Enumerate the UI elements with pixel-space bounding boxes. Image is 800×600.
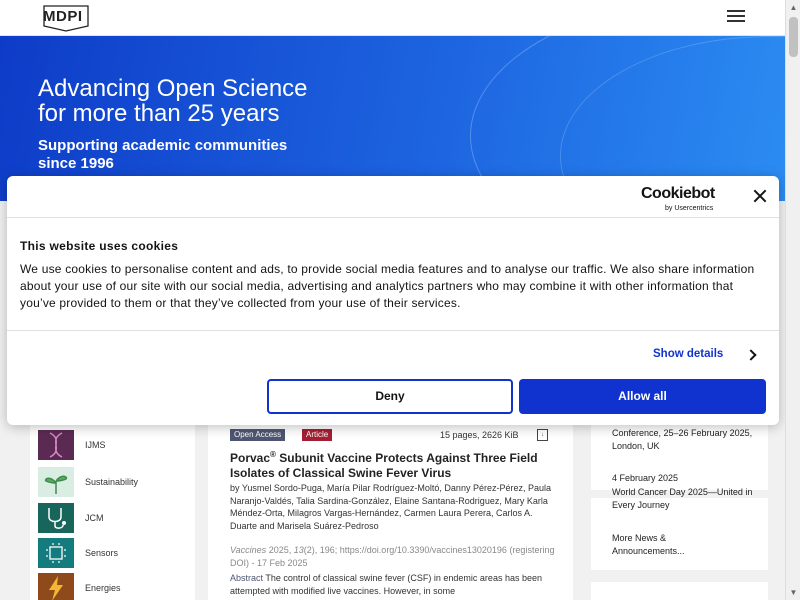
divider <box>7 217 779 218</box>
article-abstract: Abstract The control of classical swine … <box>230 572 565 597</box>
divider <box>7 330 779 331</box>
news-more-panel: More News & Announcements... <box>591 528 768 570</box>
stethoscope-icon <box>38 503 74 533</box>
abstract-label: Abstract <box>230 573 264 583</box>
journal-item[interactable]: IJMS <box>38 430 188 460</box>
citation-journal: Vaccines <box>230 545 267 555</box>
top-navigation-bar: MDPI <box>0 0 785 36</box>
hamburger-menu-icon[interactable] <box>727 10 745 24</box>
journal-name: Sensors <box>85 548 119 558</box>
cookiebot-brand: Cookiebot <box>641 185 715 202</box>
news-item[interactable]: World Cancer Day 2025—United in Every Jo… <box>612 486 757 511</box>
journal-item[interactable]: Energies <box>38 573 188 600</box>
open-access-badge: Open Access <box>230 429 286 441</box>
journal-item[interactable]: Sustainability <box>38 467 188 497</box>
hero-subtitle-line: since 1996 <box>38 155 114 172</box>
dna-icon <box>38 430 74 460</box>
citation-volume: 13 <box>293 545 304 555</box>
cookie-body-text: We use cookies to personalise content an… <box>20 262 755 310</box>
pdf-download-icon[interactable]: ↓ <box>537 429 548 441</box>
lightning-icon <box>38 573 74 600</box>
cookie-heading: This website uses cookies <box>20 239 179 253</box>
citation-doi[interactable]: (2), 196; https://doi.org/10.3390/vaccin… <box>304 545 507 555</box>
article-type-badge: Article <box>302 429 333 441</box>
chip-icon <box>38 538 74 568</box>
deny-button[interactable]: Deny <box>267 379 513 414</box>
scrollbar-thumb[interactable] <box>789 17 798 57</box>
scroll-down-arrow-icon[interactable]: ▼ <box>786 585 800 600</box>
article-title-text: Subunit Vaccine Protects Against Three F… <box>230 451 538 480</box>
journal-name: IJMS <box>85 440 106 450</box>
hero-subtitle-line: Supporting academic communities <box>38 137 288 154</box>
journal-name: Energies <box>85 583 121 593</box>
journal-list: IJMS Sustainability JCM Sensors Energies <box>30 400 195 600</box>
sprout-icon <box>38 467 74 497</box>
hero-title: Advancing Open Science for more than 25 … <box>38 76 308 126</box>
citation-year: 2025 <box>268 545 289 555</box>
hero-title-line: Advancing Open Science <box>38 75 308 102</box>
scroll-up-arrow-icon[interactable]: ▲ <box>786 0 800 15</box>
cookie-consent-dialog: Cookiebot by Usercentrics This website u… <box>7 176 779 425</box>
article-pages-size: 15 pages, 2626 KiB <box>440 430 519 440</box>
article-title[interactable]: Porvac® Subunit Vaccine Protects Against… <box>230 447 560 481</box>
journal-item[interactable]: JCM <box>38 503 188 533</box>
article-card: Open Access Article 15 pages, 2626 KiB ↓… <box>208 400 573 600</box>
allow-all-button[interactable]: Allow all <box>519 379 766 414</box>
vertical-scrollbar[interactable]: ▲ ▼ <box>785 0 800 600</box>
hero-subtitle: Supporting academic communities since 19… <box>38 137 287 173</box>
article-authors: by Yusmel Sordo-Puga, María Pilar Rodríg… <box>230 483 551 531</box>
news-item[interactable]: Conference, 25–26 February 2025, London,… <box>612 427 757 452</box>
mdpi-logo[interactable]: MDPI <box>38 2 94 32</box>
chevron-right-icon[interactable] <box>747 349 755 360</box>
article-title-text: Porvac <box>230 451 271 465</box>
journal-name: JCM <box>85 513 104 523</box>
news-panel-footer <box>591 582 768 600</box>
journal-item[interactable]: Sensors <box>38 538 188 568</box>
hero-title-line: for more than 25 years <box>38 100 280 127</box>
show-details-link[interactable]: Show details <box>653 348 723 360</box>
logo-text: MDPI <box>43 8 83 25</box>
cookiebot-by: by Usercentrics <box>665 205 714 212</box>
journal-name: Sustainability <box>85 477 139 487</box>
article-citation: Vaccines 2025, 13(2), 196; https://doi.o… <box>230 545 555 568</box>
abstract-text: The control of classical swine fever (CS… <box>230 573 542 596</box>
cookiebot-logo: Cookiebot by Usercentrics <box>641 185 731 212</box>
close-icon[interactable] <box>752 188 768 204</box>
news-date: 4 February 2025 <box>612 473 679 483</box>
more-news-link[interactable]: More News & Announcements... <box>612 532 712 557</box>
